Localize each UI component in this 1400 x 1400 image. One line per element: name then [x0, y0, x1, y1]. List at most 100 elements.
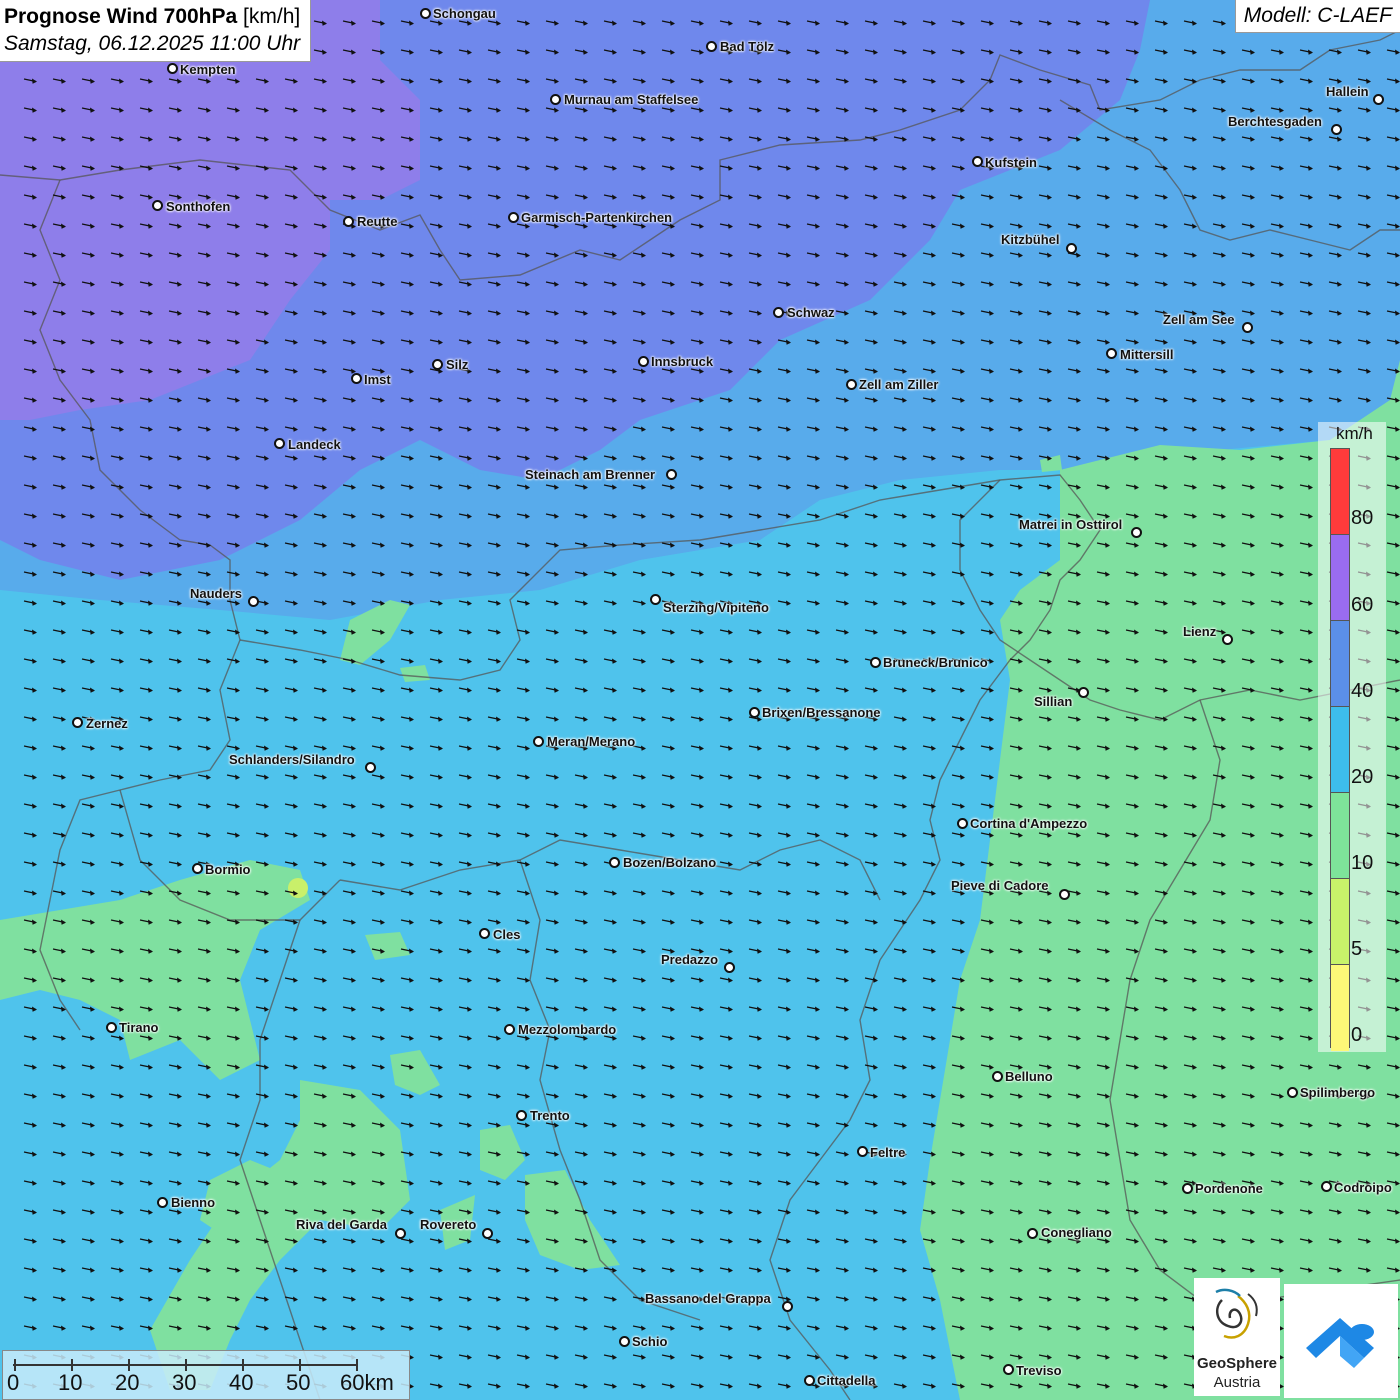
city-marker [516, 1110, 527, 1121]
legend-seg-10 [1331, 793, 1349, 879]
city-label: Spilimbergo [1300, 1085, 1376, 1100]
legend-label-0: 0 [1351, 1024, 1363, 1046]
city-label: Murnau am Staffelsee [564, 92, 699, 107]
city-label: Bormio [205, 862, 251, 877]
legend-label-60: 60 [1351, 594, 1374, 616]
city-marker [248, 596, 259, 607]
city-label: Schio [632, 1334, 668, 1349]
city-marker [1182, 1183, 1193, 1194]
city-marker [1131, 527, 1142, 538]
city-marker [992, 1071, 1003, 1082]
city-label: Reutte [357, 214, 398, 229]
city-marker [1321, 1181, 1332, 1192]
forecast-date: Samstag, 06.12.2025 11:00 Uhr [4, 32, 301, 55]
city-label: Imst [364, 372, 391, 387]
city-label: Mezzolombardo [518, 1022, 617, 1037]
city-label: Schongau [433, 6, 496, 21]
city-label: Feltre [870, 1145, 906, 1160]
city-marker [395, 1228, 406, 1239]
city-label: Kempten [180, 62, 236, 77]
city-label: Cortina d'Ampezzo [970, 816, 1088, 831]
city-label: Bad Tölz [720, 39, 775, 54]
city-label: Garmisch-Partenkirchen [521, 210, 673, 225]
city-marker [706, 41, 717, 52]
city-label: Sterzing/Vipiteno [663, 600, 769, 615]
title-unit: [km/h] [243, 5, 301, 28]
city-marker [192, 863, 203, 874]
city-marker [106, 1022, 117, 1033]
city-label: Matrei in Osttirol [1019, 517, 1123, 532]
legend-label-20: 20 [1351, 766, 1374, 788]
city-label: Conegliano [1041, 1225, 1112, 1240]
legend-seg-40 [1331, 621, 1349, 707]
city-label: Brixen/Bressanone [762, 705, 881, 720]
city-label: Zell am Ziller [859, 377, 939, 392]
city-marker [432, 359, 443, 370]
city-marker [1003, 1364, 1014, 1375]
title-label: Prognose Wind 700hPa [4, 5, 238, 28]
city-marker [1287, 1087, 1298, 1098]
city-label: Bassano del Grappa [645, 1291, 771, 1306]
city-label: Cittadella [817, 1373, 876, 1388]
city-marker [666, 469, 677, 480]
legend-seg-60 [1331, 535, 1349, 621]
city-marker [1059, 889, 1070, 900]
city-marker [152, 200, 163, 211]
city-marker [1066, 243, 1077, 254]
city-label: Zernez [86, 716, 128, 731]
city-marker [619, 1336, 630, 1347]
map-title: Prognose Wind 700hPa [km/h] [4, 3, 300, 30]
city-marker [1373, 94, 1384, 105]
city-label: Steinach am Brenner [525, 467, 656, 482]
scale-label-20: 20 [115, 1370, 140, 1395]
legend-seg-0 [1331, 965, 1349, 1051]
city-marker [650, 594, 661, 605]
geosphere-emblem-icon [1215, 1288, 1258, 1339]
scale-label-30: 30 [172, 1370, 197, 1395]
city-marker [1222, 634, 1233, 645]
city-label: Bienno [171, 1195, 216, 1210]
city-label: Bozen/Bolzano [623, 855, 717, 870]
city-label: Sonthofen [166, 199, 231, 214]
wind-map: Prognose Wind 700hPa [km/h] Samstag, 06.… [0, 0, 1400, 1400]
legend-label-80: 80 [1351, 507, 1374, 529]
cloud-arrow-icon [1306, 1318, 1374, 1368]
city-label: Schwaz [787, 305, 835, 320]
city-marker [782, 1301, 793, 1312]
city-marker [957, 818, 968, 829]
city-marker [1331, 124, 1342, 135]
city-label: Kufstein [985, 155, 1037, 170]
city-label: Bruneck/Brunico [883, 655, 988, 670]
city-marker [157, 1197, 168, 1208]
legend-seg-80 [1331, 449, 1349, 535]
city-marker [479, 928, 490, 939]
legend-colorbar [1330, 448, 1350, 1051]
city-label: Kitzbühel [1001, 232, 1060, 247]
city-marker [749, 707, 760, 718]
city-label: Schlanders/Silandro [229, 752, 355, 767]
app-logo[interactable] [1284, 1284, 1398, 1398]
city-marker [504, 1024, 515, 1035]
city-marker [773, 307, 784, 318]
title-box: Prognose Wind 700hPa [km/h] Samstag, 06.… [0, 0, 312, 62]
city-label: Nauders [190, 586, 243, 601]
city-marker [857, 1146, 868, 1157]
city-label: Riva del Garda [296, 1217, 388, 1232]
city-label: Pordenone [1195, 1181, 1263, 1196]
scale-label-10: 10 [58, 1370, 83, 1395]
city-marker [365, 762, 376, 773]
scale-label-60: 60km [340, 1370, 394, 1395]
geosphere-name-2: Austria [1213, 1374, 1261, 1391]
city-marker [351, 373, 362, 384]
city-marker [972, 156, 983, 167]
legend-seg-5 [1331, 879, 1349, 965]
city-label: Hallein [1326, 84, 1369, 99]
city-marker [167, 63, 178, 74]
city-label: Pieve di Cadore [951, 878, 1049, 893]
city-marker [1106, 348, 1117, 359]
city-label: Trento [530, 1108, 570, 1123]
city-label: Landeck [288, 437, 341, 452]
city-marker [508, 212, 519, 223]
city-marker [638, 356, 649, 367]
city-label: Treviso [1016, 1363, 1062, 1378]
